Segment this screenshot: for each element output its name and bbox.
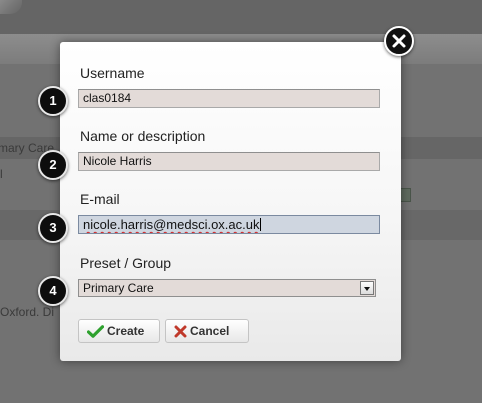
email-value: nicole.harris@medsci.ox.ac.uk [83,217,260,232]
background-topbar [0,0,482,34]
step-badge-1: 1 [38,86,68,116]
background-footer-text: Oxford. Di [0,305,55,319]
step-badge-3: 3 [38,213,68,243]
step-badge-2: 2 [38,150,68,180]
text-cursor [260,218,262,231]
preset-group-selected-value: Primary Care [83,281,154,295]
close-icon[interactable] [384,26,414,56]
create-button-label: Create [107,324,145,338]
preset-group-label: Preset / Group [80,255,172,271]
background-row-text: l [0,167,3,181]
cancel-button[interactable]: Cancel [165,319,249,343]
name-description-label: Name or description [80,128,206,144]
x-mark-icon [174,325,187,338]
preset-group-select[interactable]: Primary Care [78,279,376,297]
cancel-button-label: Cancel [190,324,230,338]
email-label: E-mail [80,191,120,207]
username-input[interactable]: clas0184 [78,89,380,108]
name-description-input[interactable]: Nicole Harris [78,152,380,171]
checkmark-icon [87,324,104,338]
email-field[interactable]: nicole.harris@medsci.ox.ac.uk [78,215,380,234]
create-button[interactable]: Create [78,319,160,343]
step-badge-4: 4 [38,276,68,306]
username-label: Username [80,65,145,81]
chevron-down-icon[interactable] [360,281,374,295]
